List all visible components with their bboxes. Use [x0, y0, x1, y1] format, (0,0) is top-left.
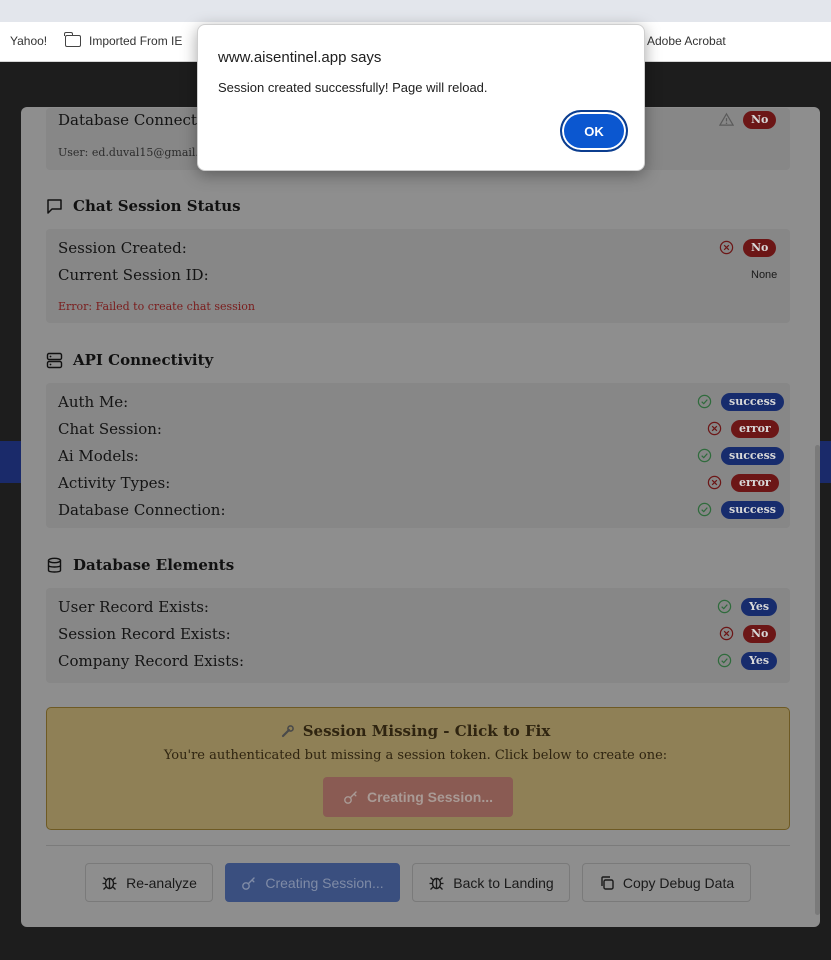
alert-title: www.aisentinel.app says — [218, 49, 382, 66]
x-circle-icon — [707, 421, 722, 436]
wrench-icon — [281, 724, 295, 738]
user-record-exists-badge: Yes — [741, 598, 778, 616]
api-activity-types-label: Activity Types: — [58, 474, 171, 492]
creating-session-label: Creating Session... — [265, 874, 384, 891]
creating-session-button[interactable]: Creating Session... — [225, 863, 400, 902]
database-connected-badge: No — [743, 111, 777, 129]
api-chat-session-label: Chat Session: — [58, 420, 162, 438]
footer-divider — [46, 845, 790, 846]
section-title-text: API Connectivity — [73, 351, 214, 369]
create-session-button-label: Creating Session... — [366, 789, 494, 805]
session-record-exists-badge: No — [743, 625, 777, 643]
create-session-button[interactable]: Creating Session... — [323, 777, 513, 817]
copy-debug-data-button[interactable]: Copy Debug Data — [582, 863, 751, 902]
x-circle-icon — [719, 240, 734, 255]
back-to-landing-button[interactable]: Back to Landing — [412, 863, 570, 902]
session-created-label: Session Created: — [58, 239, 187, 257]
alert-message: Session created successfully! Page will … — [218, 80, 488, 95]
check-circle-icon — [717, 599, 732, 614]
reanalyze-button[interactable]: Re-analyze — [85, 863, 213, 902]
user-record-exists-label: User Record Exists: — [58, 598, 209, 616]
api-connectivity-section-title: API Connectivity — [46, 351, 213, 369]
bookmark-label: Adobe Acrobat — [647, 34, 726, 48]
chat-bubble-icon — [47, 198, 62, 214]
api-ai-models-label: Ai Models: — [58, 447, 139, 465]
company-record-exists-label: Company Record Exists: — [58, 652, 245, 670]
x-circle-icon — [707, 475, 722, 490]
folder-icon — [64, 32, 81, 47]
bookmark-label: Imported From IE — [89, 34, 183, 48]
api-chat-session-badge: error — [731, 420, 779, 438]
api-ai-models-badge: success — [721, 447, 784, 465]
section-title-text: Chat Session Status — [73, 197, 241, 215]
reanalyze-label: Re-analyze — [126, 874, 197, 891]
session-record-exists-label: Session Record Exists: — [58, 625, 231, 643]
x-circle-icon — [719, 626, 734, 641]
browser-tabstrip — [0, 0, 831, 22]
bug-icon — [429, 877, 444, 890]
bookmark-imported-from-ie[interactable]: Imported From IE — [64, 32, 183, 48]
bug-icon — [102, 877, 117, 890]
key-icon — [242, 876, 256, 890]
bookmark-adobe-acrobat[interactable]: Adobe Acrobat — [647, 34, 726, 48]
check-circle-icon — [697, 502, 712, 517]
api-auth-me-label: Auth Me: — [58, 393, 129, 411]
company-record-exists-badge: Yes — [741, 652, 778, 670]
database-icon — [47, 557, 62, 573]
api-activity-types-badge: error — [731, 474, 779, 492]
copy-icon — [601, 875, 614, 890]
api-auth-me-badge: success — [721, 393, 784, 411]
session-missing-title: Session Missing - Click to Fix — [0, 722, 831, 740]
bookmark-yahoo[interactable]: Yahoo! — [10, 34, 47, 48]
section-title-text: Database Elements — [73, 556, 235, 574]
check-circle-icon — [717, 653, 732, 668]
server-icon — [46, 352, 63, 368]
database-elements-section-title: Database Elements — [46, 556, 234, 574]
key-icon — [344, 791, 357, 804]
current-session-id-label: Current Session ID: — [58, 266, 209, 284]
warning-icon — [719, 112, 734, 126]
modal-scrollbar[interactable] — [815, 445, 820, 915]
api-database-connection-label: Database Connection: — [58, 501, 226, 519]
check-circle-icon — [697, 394, 712, 409]
copy-debug-data-label: Copy Debug Data — [622, 874, 735, 891]
session-created-badge: No — [743, 239, 777, 257]
bookmark-label: Yahoo! — [10, 34, 48, 48]
session-missing-title-text: Session Missing - Click to Fix — [302, 722, 551, 740]
alert-ok-button[interactable]: OK — [560, 110, 628, 152]
chat-session-error: Error: Failed to create chat session — [58, 300, 256, 313]
api-database-connection-badge: success — [721, 501, 784, 519]
check-circle-icon — [697, 448, 712, 463]
session-missing-description: You're authenticated but missing a sessi… — [163, 748, 668, 763]
chat-session-section-title: Chat Session Status — [46, 197, 241, 215]
current-session-id-value: None — [751, 269, 778, 281]
back-to-landing-label: Back to Landing — [453, 874, 554, 891]
